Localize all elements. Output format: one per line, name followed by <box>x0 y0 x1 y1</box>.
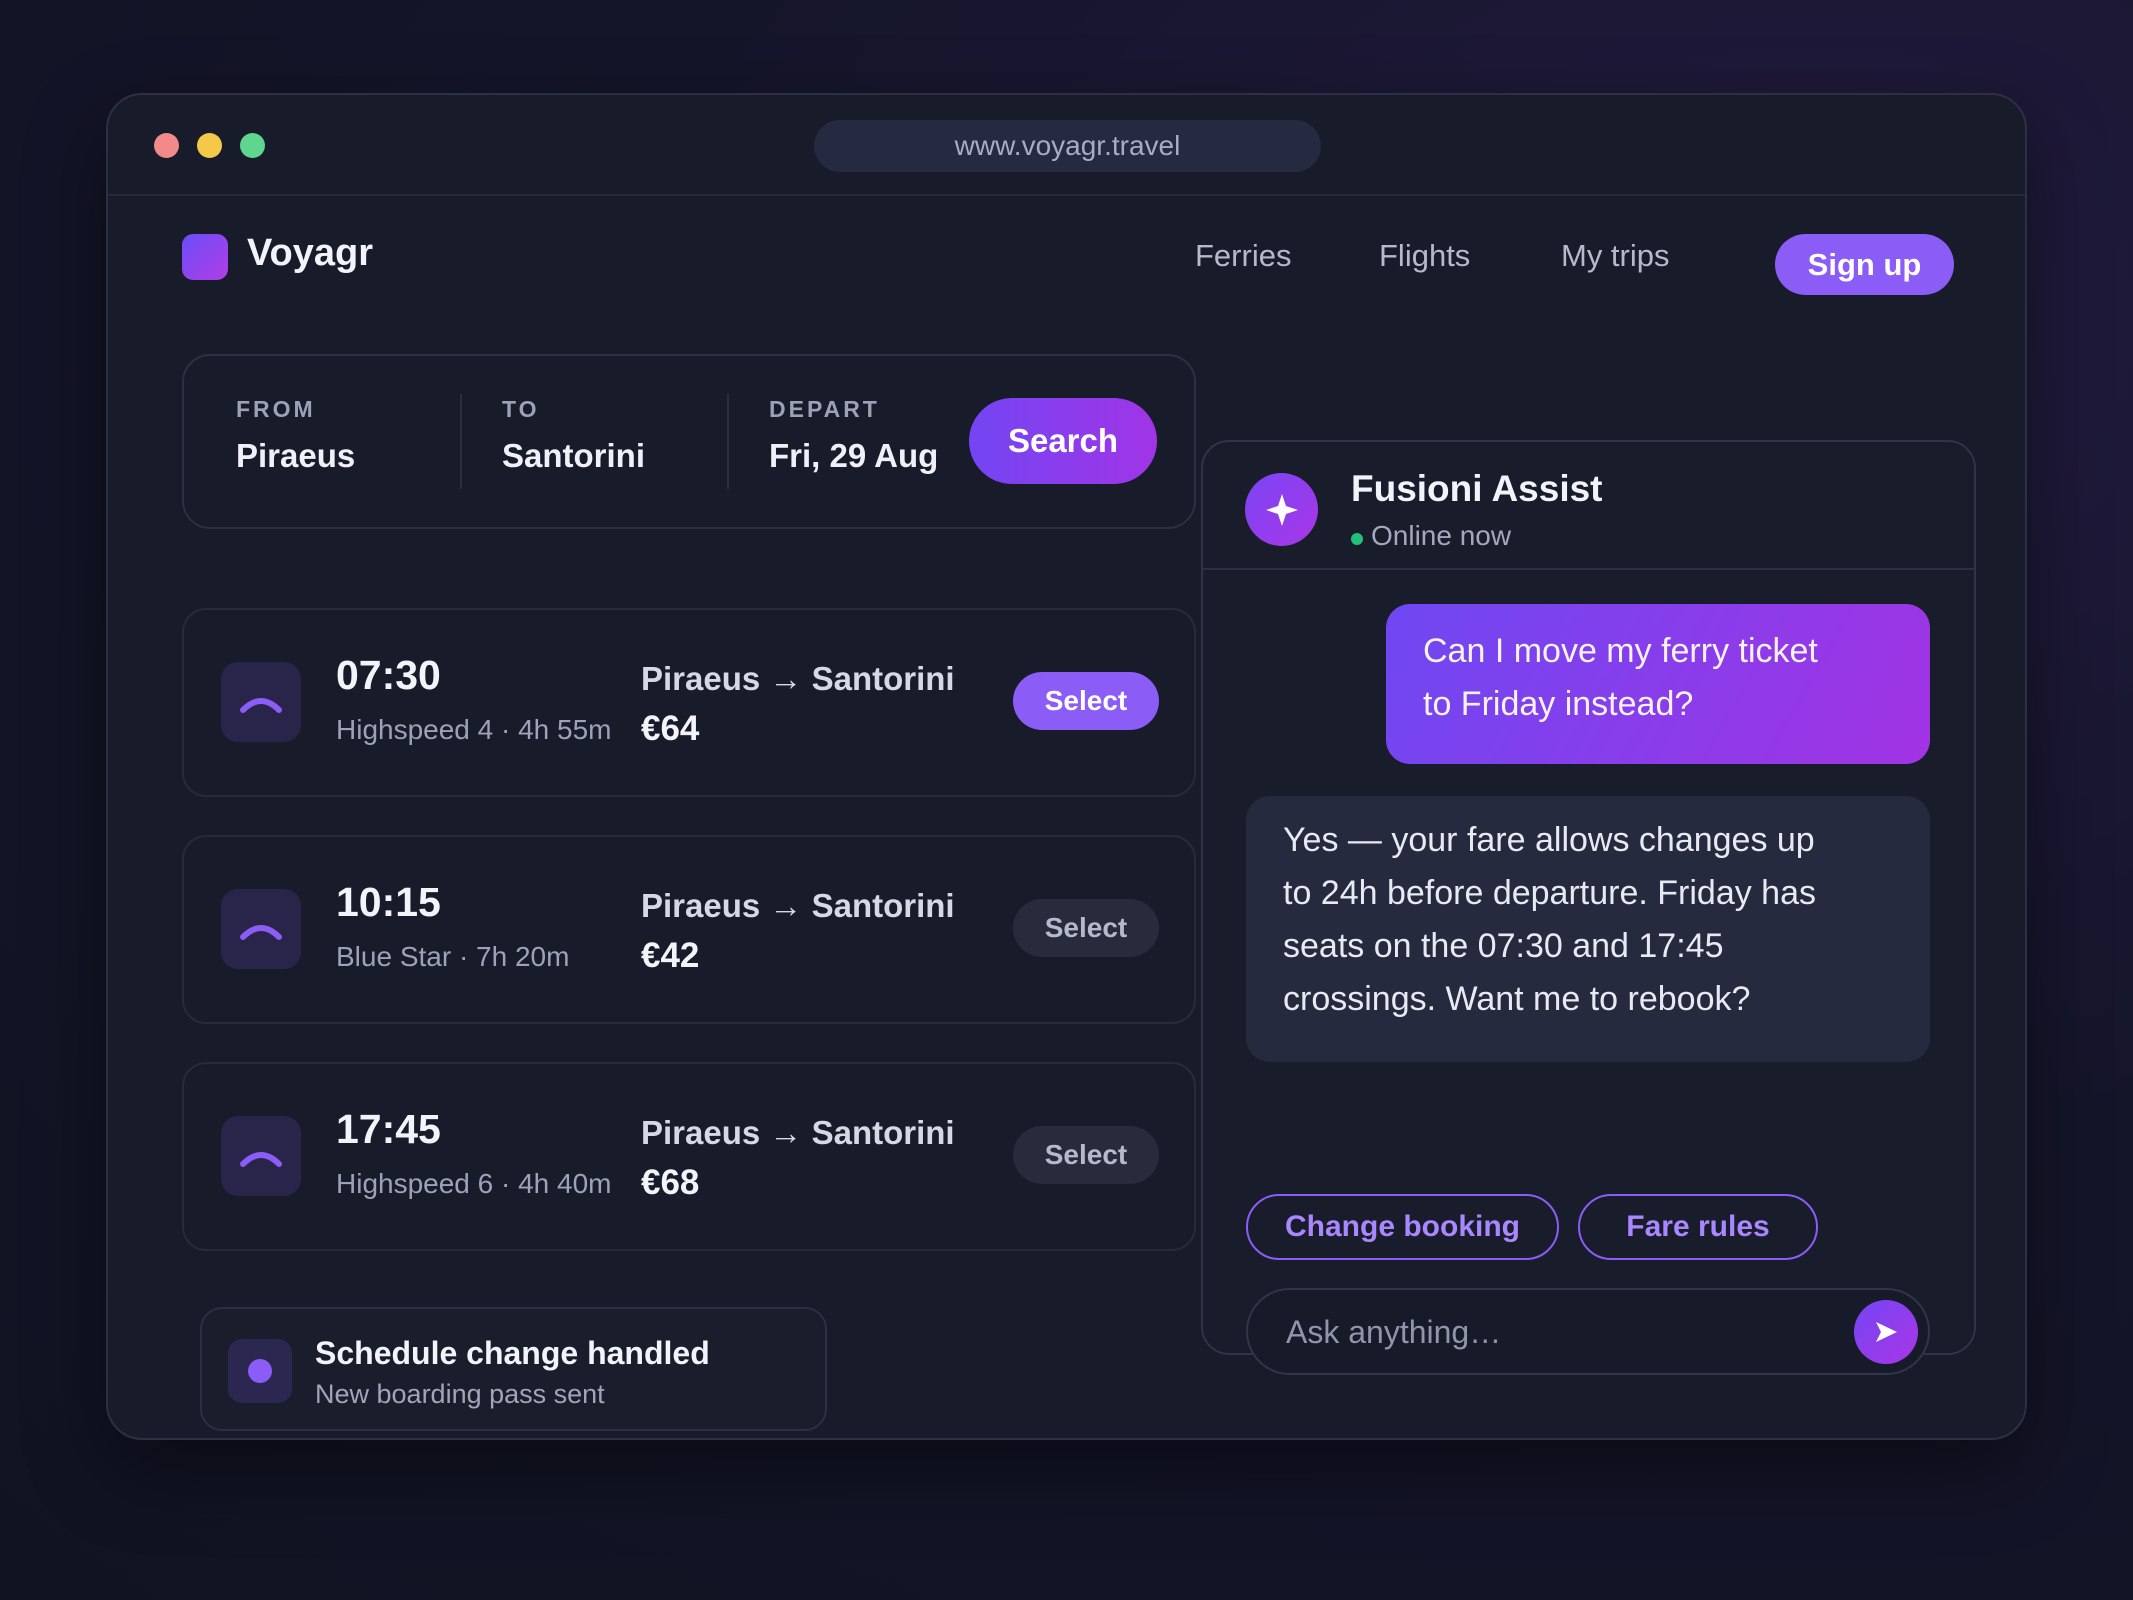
chat-header: Fusioni Assist Online now <box>1203 442 1974 570</box>
assistant-message: Yes — your fare allows changes up to 24h… <box>1246 796 1930 1062</box>
minimize-window-button[interactable] <box>197 133 222 158</box>
ferry-icon <box>221 662 301 742</box>
close-window-button[interactable] <box>154 133 179 158</box>
assistant-name: Fusioni Assist <box>1351 468 1603 509</box>
from-label: FROM <box>236 396 316 422</box>
ferry-icon <box>221 1116 301 1196</box>
change-booking-chip[interactable]: Change booking <box>1246 1194 1559 1260</box>
browser-titlebar: www.voyagr.travel <box>108 95 2025 196</box>
trip-route: Piraeus → Santorini <box>641 887 955 924</box>
depart-value[interactable]: Fri, 29 Aug <box>769 437 938 475</box>
to-field[interactable]: TO Santorini <box>502 396 645 475</box>
user-message: Can I move my ferry ticket to Friday ins… <box>1386 604 1930 764</box>
send-button[interactable] <box>1854 1300 1918 1364</box>
depart-field[interactable]: DEPART Fri, 29 Aug <box>769 396 938 475</box>
departure-time: 17:45 <box>336 1106 441 1152</box>
status-dot-icon <box>228 1339 292 1403</box>
depart-label: DEPART <box>769 396 880 422</box>
trip-details: Highspeed 6 · 4h 40m <box>336 1168 612 1199</box>
to-value[interactable]: Santorini <box>502 437 645 475</box>
assistant-avatar <box>1245 473 1318 546</box>
message-line: Can I move my ferry ticket <box>1423 632 1818 670</box>
message-line: to 24h before departure. Friday has <box>1283 874 1816 912</box>
maximize-window-button[interactable] <box>240 133 265 158</box>
message-line: Yes — your fare allows changes up <box>1283 821 1815 859</box>
search-button[interactable]: Search <box>969 398 1157 484</box>
assistant-chat-panel: Fusioni Assist Online now Can I move my … <box>1201 440 1976 1375</box>
sparkle-icon <box>1265 493 1298 526</box>
nav-ferries[interactable]: Ferries <box>1195 238 1291 274</box>
toast-subtitle: New boarding pass sent <box>315 1379 605 1409</box>
browser-window: www.voyagr.travel Voyagr Ferries Flights… <box>106 93 2027 1440</box>
trip-result[interactable]: 07:30 Highspeed 4 · 4h 55m Piraeus → San… <box>182 608 1196 797</box>
from-field[interactable]: FROM Piraeus <box>236 396 355 475</box>
departure-time: 10:15 <box>336 879 441 925</box>
trip-details: Highspeed 4 · 4h 55m <box>336 714 612 745</box>
trip-result[interactable]: 10:15 Blue Star · 7h 20m Piraeus → Santo… <box>182 835 1196 1024</box>
search-form: FROM Piraeus TO Santorini DEPART Fri, 29… <box>182 354 1196 529</box>
trip-price: €42 <box>641 936 700 975</box>
select-trip-button[interactable]: Select <box>1013 899 1159 957</box>
field-divider <box>460 394 462 489</box>
brand-name[interactable]: Voyagr <box>247 232 373 275</box>
trip-route: Piraeus → Santorini <box>641 660 955 697</box>
trip-route: Piraeus → Santorini <box>641 1114 955 1151</box>
select-trip-button[interactable]: Select <box>1013 672 1159 730</box>
toast-title: Schedule change handled <box>315 1335 710 1371</box>
message-line: to Friday instead? <box>1423 685 1694 723</box>
ferry-icon <box>221 889 301 969</box>
from-value[interactable]: Piraeus <box>236 437 355 475</box>
assistant-status: Online now <box>1371 520 1512 551</box>
fare-rules-chip[interactable]: Fare rules <box>1578 1194 1818 1260</box>
brand-logo[interactable] <box>182 234 228 280</box>
address-bar[interactable]: www.voyagr.travel <box>814 120 1321 172</box>
message-line: crossings. Want me to rebook? <box>1283 980 1751 1018</box>
departure-time: 07:30 <box>336 652 441 698</box>
trip-result[interactable]: 17:45 Highspeed 6 · 4h 40m Piraeus → San… <box>182 1062 1196 1251</box>
select-trip-button[interactable]: Select <box>1013 1126 1159 1184</box>
sign-up-button[interactable]: Sign up <box>1775 234 1954 295</box>
nav-flights[interactable]: Flights <box>1379 238 1470 274</box>
chat-input-container <box>1246 1288 1930 1375</box>
nav-my-trips[interactable]: My trips <box>1561 238 1670 274</box>
notification-toast: Schedule change handled New boarding pas… <box>200 1307 827 1431</box>
field-divider <box>727 394 729 489</box>
send-icon <box>1876 1322 1897 1342</box>
to-label: TO <box>502 396 540 422</box>
trip-price: €68 <box>641 1163 700 1202</box>
trip-price: €64 <box>641 709 700 748</box>
message-line: seats on the 07:30 and 17:45 <box>1283 927 1724 965</box>
online-status-dot <box>1351 533 1363 545</box>
trip-details: Blue Star · 7h 20m <box>336 941 570 972</box>
chat-input[interactable] <box>1286 1308 1826 1356</box>
